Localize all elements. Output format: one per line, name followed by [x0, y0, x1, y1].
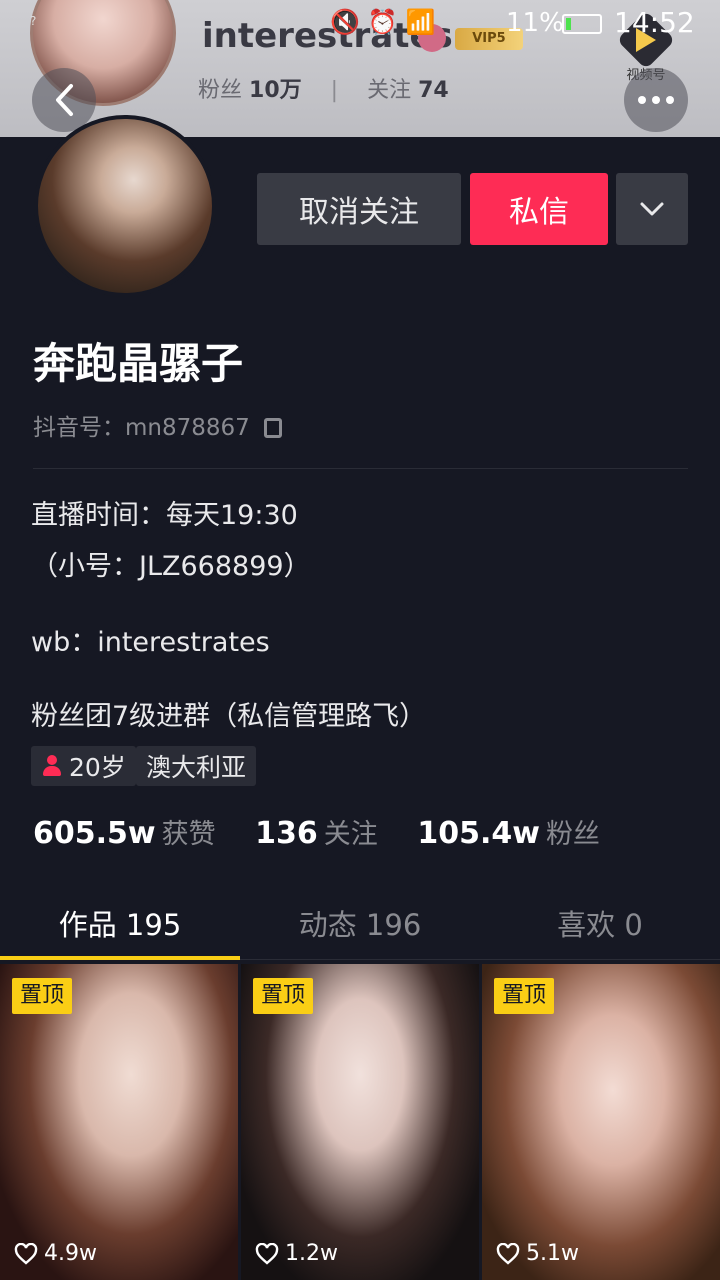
- video-thumbnail[interactable]: 置顶 4.9w: [0, 964, 238, 1280]
- heart-icon: [496, 1242, 520, 1265]
- douyin-id[interactable]: 抖音号：mn878867: [33, 408, 282, 442]
- age-tag: 20岁: [31, 746, 136, 786]
- video-thumbnail[interactable]: 置顶 1.2w: [241, 964, 479, 1280]
- copy-icon[interactable]: [263, 418, 282, 438]
- divider: [33, 468, 688, 469]
- heart-icon: [255, 1242, 279, 1265]
- location-tag: 澳大利亚: [136, 746, 257, 786]
- following-count[interactable]: 136: [255, 816, 318, 851]
- pinned-badge: 置顶: [253, 978, 314, 1014]
- banner-stats: 粉丝 10万 | 关注 74: [198, 72, 471, 104]
- female-icon: [41, 755, 63, 777]
- heart-icon: [14, 1242, 38, 1265]
- video-likes-count: 4.9w: [44, 1241, 97, 1266]
- tab-posts[interactable]: 动态 196: [240, 902, 480, 944]
- video-likes-count: 1.2w: [285, 1241, 338, 1266]
- status-icons: 🔇⏰📶: [330, 8, 444, 36]
- likes-label: 获赞: [161, 819, 216, 850]
- pinned-badge: 置顶: [494, 978, 555, 1014]
- tab-works[interactable]: 作品 195: [0, 902, 240, 944]
- video-grid: 置顶 4.9w 置顶 1.2w 置顶 5.1w: [0, 964, 720, 1280]
- clock: 14:52: [614, 6, 695, 39]
- video-likes: 1.2w: [255, 1241, 338, 1266]
- banner-following-value: 74: [418, 78, 449, 103]
- recommend-dropdown-button[interactable]: [616, 173, 688, 245]
- pinned-badge: 置顶: [12, 978, 73, 1014]
- douyin-id-text: 抖音号：mn878867: [33, 415, 250, 441]
- alarm-icon: ⏰: [367, 8, 406, 36]
- wifi-icon: 📶: [405, 8, 444, 36]
- profile-nickname: 奔跑晶骡子: [33, 339, 244, 388]
- bio-line-3: wb：interestrates: [31, 627, 270, 658]
- bio-line-1: 直播时间：每天19:30: [31, 500, 298, 531]
- more-button[interactable]: [624, 68, 688, 132]
- battery-percent: 11%: [506, 8, 564, 38]
- video-likes-count: 5.1w: [526, 1241, 579, 1266]
- bio-line-2: （小号：JLZ668899）: [31, 551, 311, 582]
- carrier-indicator: ?: [30, 14, 37, 28]
- banner-fans-value: 10万: [249, 78, 302, 103]
- chevron-down-icon: [640, 202, 664, 216]
- age-text: 20岁: [69, 753, 126, 782]
- followers-count[interactable]: 105.4w: [417, 816, 540, 851]
- followers-label[interactable]: 粉丝: [546, 819, 600, 850]
- avatar[interactable]: [34, 115, 216, 297]
- more-dots-icon: [638, 96, 674, 104]
- mute-icon: 🔇: [330, 8, 368, 36]
- active-tab-indicator: [0, 956, 240, 960]
- status-bar: ? 🔇⏰📶 11% 14:52: [0, 0, 720, 50]
- unfollow-button[interactable]: 取消关注: [257, 173, 461, 245]
- banner-fans-label: 粉丝: [198, 78, 243, 103]
- bio-line-4: 粉丝团7级进群（私信管理路飞）: [31, 701, 427, 732]
- tab-likes[interactable]: 喜欢 0: [480, 902, 720, 944]
- video-likes: 4.9w: [14, 1241, 97, 1266]
- profile-stats: 605.5w 获赞 136 关注 105.4w 粉丝: [33, 812, 630, 851]
- likes-count: 605.5w: [33, 816, 156, 851]
- video-thumbnail[interactable]: 置顶 5.1w: [482, 964, 720, 1280]
- following-label[interactable]: 关注: [324, 819, 378, 850]
- banner-following-label: 关注: [367, 78, 412, 103]
- video-likes: 5.1w: [496, 1241, 579, 1266]
- back-arrow-icon: [56, 84, 73, 116]
- profile-tabs: 作品 195 动态 196 喜欢 0: [0, 880, 720, 960]
- battery-icon: [562, 14, 602, 34]
- message-button[interactable]: 私信: [470, 173, 608, 245]
- banner-stats-divider: |: [330, 78, 339, 103]
